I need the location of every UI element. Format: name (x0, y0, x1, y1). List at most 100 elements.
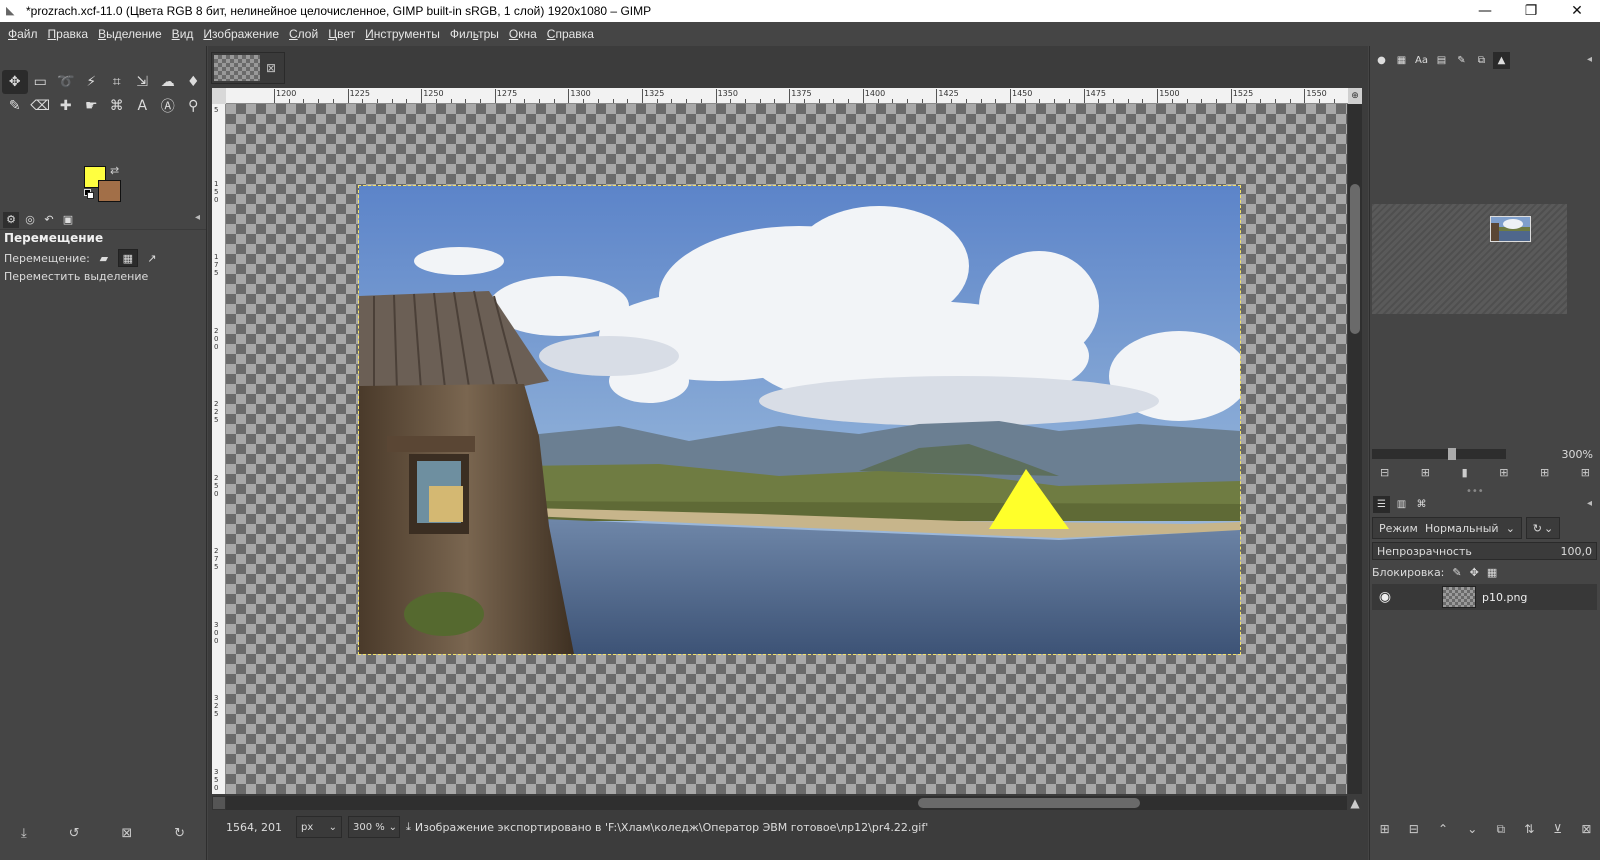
paths-tab-icon[interactable]: ⌘ (1413, 496, 1430, 513)
color-picker-icon[interactable]: Ⓐ (155, 94, 181, 118)
layers-tab-icon[interactable]: ☰ (1373, 495, 1390, 513)
navigation-thumbnail[interactable] (1490, 216, 1531, 242)
horizontal-scrollbar[interactable] (226, 796, 1347, 810)
unified-transform-icon[interactable]: ⇲ (130, 70, 156, 94)
zoom-image-icon[interactable]: ▲ (1348, 796, 1362, 810)
paintbrush-icon[interactable]: ✎ (2, 94, 28, 118)
swap-colors-icon[interactable]: ⇄ (110, 164, 119, 177)
shrink-wrap-icon[interactable]: ⊞ (1581, 466, 1590, 484)
layer-row[interactable]: ◉ p10.png (1372, 584, 1597, 610)
image-tab[interactable]: ⊠ (211, 52, 285, 84)
zoom-slider-knob[interactable] (1448, 448, 1456, 460)
lock-pixels-icon[interactable]: ✎ (1452, 566, 1461, 579)
vertical-ruler[interactable]: 5 1 5 0 1 7 5 2 0 0 2 2 5 2 5 0 2 7 5 3 0 0 3 2 … (212, 104, 226, 794)
rect-select-icon[interactable]: ▭ (28, 70, 54, 94)
merge-layer-icon[interactable]: ⊻ (1553, 822, 1562, 836)
navigation-zoom-slider[interactable] (1372, 448, 1506, 460)
channels-tab-icon[interactable]: ▥ (1393, 496, 1410, 513)
anchor-layer-icon[interactable]: ⇅ (1524, 822, 1534, 836)
right-dock-menu-icon[interactable]: ◂ (1587, 54, 1592, 65)
vertical-scrollbar[interactable] (1348, 104, 1362, 794)
zoom-1-1-icon[interactable]: ▮ (1462, 466, 1468, 484)
layer-opacity-slider[interactable]: Непрозрачность 100,0 (1372, 542, 1597, 560)
brushes-tab-icon[interactable]: ● (1373, 52, 1390, 69)
default-colors-icon[interactable] (84, 189, 94, 199)
fuzzy-select-icon[interactable]: ⚡ (79, 70, 105, 94)
move-tool-icon[interactable]: ✥ (2, 70, 28, 94)
tool-options-tab-icon[interactable]: ⚙ (3, 211, 19, 228)
dock-menu-icon[interactable]: ◂ (195, 212, 200, 223)
navigation-tab-icon[interactable]: ▲ (1493, 51, 1510, 69)
duplicate-layer-icon[interactable]: ⧉ (1496, 822, 1505, 837)
visibility-eye-icon[interactable]: ◉ (1372, 589, 1398, 605)
navigate-image-icon[interactable]: ⊕ (1348, 88, 1362, 104)
menu-item[interactable]: Фильтры (445, 27, 504, 41)
move-layer-mode-icon[interactable]: ▰ (94, 249, 114, 267)
zoom-out-icon[interactable]: ⊟ (1380, 466, 1389, 484)
raise-layer-icon[interactable]: ⌃ (1438, 822, 1448, 836)
paths-icon[interactable]: ⌘ (104, 94, 130, 118)
heal-icon[interactable]: ✚ (53, 94, 79, 118)
menu-item[interactable]: Окна (504, 27, 542, 41)
image-layer-p10[interactable] (358, 185, 1241, 655)
horizontal-scrollbar-thumb[interactable] (918, 798, 1140, 808)
lock-alpha-icon[interactable]: ▦ (1487, 566, 1497, 579)
document-history-tab-icon[interactable]: ▤ (1433, 52, 1450, 69)
quick-mask-toggle[interactable] (212, 796, 226, 810)
tool-presets-tab-icon[interactable]: ⧉ (1473, 52, 1490, 69)
move-path-mode-icon[interactable]: ↗ (142, 249, 162, 267)
background-color[interactable] (98, 180, 121, 202)
fonts-tab-icon[interactable]: Aa (1413, 52, 1430, 69)
device-status-tab-icon[interactable]: ◎ (22, 212, 38, 228)
image-tab-close-icon[interactable]: ⊠ (266, 61, 276, 75)
vertical-scrollbar-thumb[interactable] (1350, 184, 1360, 334)
zoom-in-icon[interactable]: ⊞ (1421, 466, 1430, 484)
crop-icon[interactable]: ⌗ (104, 70, 130, 94)
menu-item[interactable]: Слой (284, 27, 323, 41)
ruler-corner[interactable] (212, 88, 226, 104)
fill-window-icon[interactable]: ⊞ (1540, 466, 1549, 484)
smudge-icon[interactable]: ☛ (79, 94, 105, 118)
lock-position-icon[interactable]: ✥ (1470, 566, 1479, 579)
menu-item[interactable]: Файл (3, 27, 43, 41)
text-tool-icon[interactable]: A (130, 94, 156, 118)
paint-dynamics-tab-icon[interactable]: ✎ (1453, 52, 1470, 69)
close-button[interactable]: ✕ (1554, 0, 1600, 22)
layer-mode-select[interactable]: Режим Нормальный ⌄ (1372, 517, 1522, 539)
maximize-button[interactable]: ❐ (1508, 0, 1554, 22)
delete-options-icon[interactable]: ⊠ (121, 826, 132, 841)
minimize-button[interactable]: — (1462, 0, 1508, 22)
save-options-icon[interactable]: ⤓ (21, 826, 27, 841)
menu-item[interactable]: Цвет (323, 27, 360, 41)
reset-options-icon[interactable]: ↻ (174, 826, 185, 841)
patterns-tab-icon[interactable]: ▦ (1393, 52, 1410, 69)
images-tab-icon[interactable]: ▣ (60, 212, 76, 228)
composite-mode-button[interactable]: ↻ ⌄ (1526, 517, 1560, 539)
menu-item[interactable]: Вид (167, 27, 199, 41)
zoom-select[interactable]: 300 % ⌄ (348, 816, 400, 838)
layers-dock-menu-icon[interactable]: ◂ (1587, 498, 1592, 509)
canvas[interactable] (226, 104, 1347, 794)
unit-select[interactable]: px ⌄ (296, 816, 342, 838)
bucket-fill-icon[interactable]: ♦ (181, 70, 207, 94)
menu-item[interactable]: Выделение (93, 27, 167, 41)
menu-item[interactable]: Справка (542, 27, 599, 41)
move-selection-mode-icon[interactable]: ▦ (117, 249, 138, 267)
delete-layer-icon[interactable]: ⊠ (1581, 822, 1591, 836)
undo-history-tab-icon[interactable]: ↶ (41, 212, 57, 228)
restore-options-icon[interactable]: ↺ (69, 826, 80, 841)
navigation-preview[interactable] (1372, 204, 1567, 314)
lasso-icon[interactable]: ➰ (53, 70, 79, 94)
menu-item[interactable]: Изображение (198, 27, 284, 41)
menu-item[interactable]: Инструменты (360, 27, 445, 41)
new-layer-group-icon[interactable]: ⊟ (1409, 822, 1419, 836)
layer-name[interactable]: p10.png (1482, 591, 1527, 604)
fit-image-icon[interactable]: ⊞ (1499, 466, 1508, 484)
lower-layer-icon[interactable]: ⌄ (1467, 822, 1477, 836)
menu-item[interactable]: Правка (43, 27, 94, 41)
eraser-icon[interactable]: ⌫ (28, 94, 54, 118)
horizontal-ruler[interactable]: 1200 1225 1250 1275 1300 1325 1350 1375 1400 1425… (226, 88, 1352, 104)
warp-transform-icon[interactable]: ☁ (155, 70, 181, 94)
new-layer-icon[interactable]: ⊞ (1380, 822, 1390, 836)
zoom-icon[interactable]: ⚲ (181, 94, 207, 118)
